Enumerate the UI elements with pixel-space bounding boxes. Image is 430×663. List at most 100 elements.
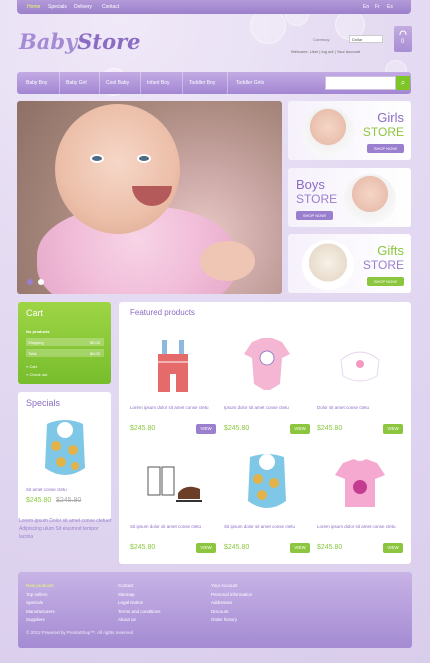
baby-mouth (132, 186, 172, 206)
footer-link[interactable]: Terms and conditions (118, 608, 161, 617)
footer-link[interactable]: Contact (118, 582, 161, 591)
top-nav-specials[interactable]: Specials (48, 4, 67, 10)
search-icon: ⌕ (400, 78, 406, 87)
top-nav-contact[interactable]: Contact (102, 4, 119, 10)
product-image-bloomers[interactable] (327, 334, 393, 394)
product-image-romper[interactable] (140, 334, 206, 394)
copyright: © 2012 Powered by PrestaShop™. All right… (26, 630, 134, 635)
footer-link[interactable]: Top sellers (26, 591, 55, 600)
product-name[interactable]: Sit ipsum dolor sit amet conse ctetu (224, 524, 310, 530)
lang-es[interactable]: Es (387, 4, 393, 10)
product-name[interactable]: Sit ipsum dolor sit amet conse ctetu (130, 524, 216, 530)
baby-face-image (55, 104, 180, 234)
nav-baby-girl[interactable]: Baby Girl (66, 80, 87, 86)
cart-empty-text: No products (26, 329, 50, 334)
shop-now-button[interactable]: SHOP NOW! (367, 144, 404, 153)
nav-separator (182, 72, 183, 94)
product-price: $245.80 (130, 544, 156, 551)
girl-photo (302, 107, 354, 157)
product-image-tshirt[interactable] (327, 453, 393, 513)
shop-now-button[interactable]: SHOP NOW! (367, 277, 404, 286)
view-button[interactable]: VIEW (196, 424, 216, 434)
cart-row-value: $0.00 (89, 351, 100, 356)
cart-title: Cart (26, 308, 44, 318)
girls-store-banner[interactable]: Girls STORE SHOP NOW! (288, 101, 411, 160)
special-product-name[interactable]: Sit amet conse ctetu (26, 487, 67, 492)
banner-title: Gifts (377, 243, 404, 258)
nav-toddler-girls[interactable]: Toddler Girls (236, 80, 264, 86)
cart-row-value: $0.00 (89, 340, 100, 345)
logo-store: Store (77, 29, 141, 54)
product-name[interactable]: Dolor sit amet conse ctetu (317, 405, 403, 411)
search-button[interactable]: ⌕ (396, 76, 410, 90)
logo[interactable]: BabyStore (19, 29, 141, 54)
footer-link[interactable]: Suppliers (26, 616, 55, 625)
view-button[interactable]: VIEW (383, 543, 403, 553)
banner-title: Boys (296, 177, 325, 192)
top-nav-home[interactable]: Home (27, 4, 40, 10)
footer-link[interactable]: Manufacturers (26, 608, 55, 617)
welcome-text[interactable]: Welcome, User | log out | Your Account (291, 49, 360, 54)
currency-select[interactable]: Dollar (349, 35, 383, 43)
shop-now-button[interactable]: SHOP NOW! (296, 211, 333, 220)
product-card: Lorem ipsum dolor sit amet conse ctetu $… (130, 328, 216, 446)
footer-link[interactable]: Legal Notice (118, 599, 161, 608)
footer-col-categories: New products Top sellers Specials Manufa… (26, 582, 55, 625)
footer: New products Top sellers Specials Manufa… (18, 572, 412, 648)
product-price: $245.80 (130, 425, 156, 432)
footer-link[interactable]: Sitemap (118, 591, 161, 600)
view-button[interactable]: VIEW (290, 424, 310, 434)
special-old-price: $245.80 (56, 497, 82, 504)
cart-link[interactable]: » Cart (26, 364, 37, 369)
cart-row-label: Shipping (28, 340, 44, 345)
product-price: $245.80 (317, 425, 343, 432)
footer-link[interactable]: New products (26, 582, 55, 591)
cart-total-row: Total $0.00 (26, 349, 104, 357)
cart-bag-icon[interactable]: 0 (394, 26, 412, 52)
footer-link[interactable]: Order history (211, 616, 252, 625)
footer-link[interactable]: Specials (26, 599, 55, 608)
nav-separator (59, 72, 60, 94)
nav-toddler-boy[interactable]: Toddler Boy (189, 80, 215, 86)
product-name[interactable]: Lorem ipsum dolor sit amet conse ctetu (317, 524, 403, 530)
currency-value: Dollar (352, 37, 363, 42)
view-button[interactable]: VIEW (383, 424, 403, 434)
search-input[interactable] (325, 76, 396, 90)
top-nav-delivery[interactable]: Delivery (74, 4, 92, 10)
product-card: Sit ipsum dolor sit amet conse ctetu $24… (224, 447, 310, 565)
nav-baby-boy[interactable]: Baby Boy (26, 80, 47, 86)
slider-dot-active[interactable] (27, 279, 33, 285)
featured-products: Featured products Lorem ipsum dolor sit … (119, 302, 411, 564)
product-image-bib[interactable] (234, 453, 300, 513)
footer-link[interactable]: Personal information (211, 591, 252, 600)
nav-infant-boy[interactable]: Infant Boy (147, 80, 170, 86)
product-name[interactable]: Lorem ipsum dolor sit amet conse ctetu (130, 405, 216, 411)
special-price: $245.80 (26, 497, 52, 504)
checkout-link[interactable]: » Check out (26, 372, 47, 377)
featured-title: Featured products (130, 308, 195, 317)
footer-link[interactable]: About us (118, 616, 161, 625)
footer-link[interactable]: Discount (211, 608, 252, 617)
boys-store-banner[interactable]: Boys STORE SHOP NOW! (288, 168, 411, 227)
footer-link[interactable]: Addresses (211, 599, 252, 608)
lang-fr[interactable]: Fr (375, 4, 380, 10)
nav-cool-baby[interactable]: Cool Baby (106, 80, 129, 86)
nav-separator (140, 72, 141, 94)
special-bib-image[interactable] (41, 420, 89, 480)
cart-row-label: Total (28, 351, 37, 356)
slider-dot[interactable] (38, 279, 44, 285)
product-price: $245.80 (317, 544, 343, 551)
currency-label: Currency: (313, 37, 331, 42)
product-name[interactable]: Ipsum dolor sit amet conse ctetu (224, 405, 310, 411)
hero-slider[interactable] (17, 101, 282, 294)
gifts-store-banner[interactable]: Gifts STORE SHOP NOW! (288, 234, 411, 293)
product-image-onesie[interactable] (234, 334, 300, 394)
banner-subtitle: STORE (296, 192, 338, 206)
lang-en[interactable]: En (363, 4, 369, 10)
view-button[interactable]: VIEW (290, 543, 310, 553)
footer-link[interactable]: Your Account (211, 582, 252, 591)
tag-cloud[interactable]: Lorem ipsum Dolor sit amet conse ctetuer… (19, 517, 114, 541)
nav-separator (99, 72, 100, 94)
product-image-socks-shoes[interactable] (140, 453, 206, 513)
view-button[interactable]: VIEW (196, 543, 216, 553)
